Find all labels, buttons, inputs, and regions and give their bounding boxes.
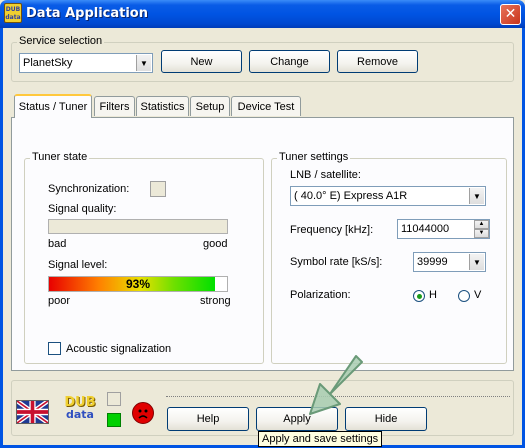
synchronization-label: Synchronization: bbox=[48, 183, 130, 195]
status-indicator-top bbox=[107, 392, 121, 406]
spin-down-icon[interactable]: ▼ bbox=[474, 229, 489, 238]
level-poor-label: poor bbox=[48, 295, 71, 307]
symbol-rate-select[interactable]: 39999 ▼ bbox=[413, 252, 486, 272]
polarization-v-label: V bbox=[474, 289, 482, 301]
help-button[interactable]: Help bbox=[167, 407, 249, 431]
polarization-label: Polarization: bbox=[290, 289, 351, 301]
spin-up-icon[interactable]: ▲ bbox=[474, 220, 489, 229]
service-select-value: PlanetSky bbox=[23, 57, 73, 69]
close-button[interactable]: ✕ bbox=[500, 4, 521, 25]
dub-data-logo-icon: DUB data bbox=[62, 396, 98, 425]
acoustic-signalization-checkbox[interactable] bbox=[48, 342, 61, 355]
tab-setup[interactable]: Setup bbox=[190, 96, 230, 116]
radio-selected-dot bbox=[416, 293, 422, 299]
signal-quality-bar bbox=[48, 219, 228, 234]
symbol-rate-value: 39999 bbox=[417, 256, 448, 268]
apply-tooltip: Apply and save settings bbox=[258, 431, 383, 447]
lnb-satellite-select[interactable]: ( 40.0° E) Express A1R ▼ bbox=[290, 186, 486, 206]
window-frame-left bbox=[0, 28, 3, 448]
tab-device-test[interactable]: Device Test bbox=[231, 96, 301, 116]
chevron-down-icon[interactable]: ▼ bbox=[469, 188, 484, 204]
polarization-h-radio[interactable] bbox=[413, 290, 425, 302]
signal-level-value: 93% bbox=[125, 277, 151, 291]
signal-level-label: Signal level: bbox=[48, 259, 108, 271]
frequency-value: 11044000 bbox=[401, 223, 450, 235]
frequency-input[interactable]: 11044000 ▲ ▼ bbox=[397, 219, 490, 239]
lnb-satellite-value: ( 40.0° E) Express A1R bbox=[294, 190, 408, 202]
tuner-settings-label: Tuner settings bbox=[277, 151, 351, 163]
uk-flag-icon[interactable] bbox=[16, 400, 49, 424]
signal-level-bar: 93% bbox=[48, 276, 228, 292]
quality-good-label: good bbox=[203, 238, 228, 250]
level-strong-label: strong bbox=[200, 295, 231, 307]
tab-status-tuner[interactable]: Status / Tuner bbox=[14, 94, 92, 118]
tab-filters[interactable]: Filters bbox=[94, 96, 135, 116]
frequency-label: Frequency [kHz]: bbox=[290, 224, 374, 236]
signal-quality-label: Signal quality: bbox=[48, 203, 117, 215]
acoustic-signalization-label: Acoustic signalization bbox=[66, 343, 172, 355]
change-button[interactable]: Change bbox=[249, 50, 330, 73]
remove-button[interactable]: Remove bbox=[337, 50, 418, 73]
symbol-rate-label: Symbol rate [kS/s]: bbox=[290, 256, 383, 268]
tuner-state-label: Tuner state bbox=[30, 151, 90, 163]
polarization-v-radio[interactable] bbox=[458, 290, 470, 302]
chevron-down-icon[interactable]: ▼ bbox=[469, 254, 484, 270]
quality-bad-label: bad bbox=[48, 238, 67, 250]
pointer-arrow-icon bbox=[296, 348, 376, 428]
sync-indicator bbox=[150, 181, 166, 197]
sad-face-icon bbox=[132, 402, 154, 424]
logo-text-bottom: data bbox=[66, 408, 94, 421]
lnb-satellite-label: LNB / satellite: bbox=[290, 169, 361, 181]
window-title: Data Application bbox=[26, 6, 148, 21]
new-button[interactable]: New bbox=[161, 50, 242, 73]
polarization-h-label: H bbox=[429, 289, 437, 301]
chevron-down-icon[interactable]: ▼ bbox=[136, 55, 151, 71]
status-indicator-bottom bbox=[107, 413, 121, 427]
app-logo-icon: DUB data bbox=[4, 3, 22, 23]
tab-statistics[interactable]: Statistics bbox=[136, 96, 189, 116]
service-select[interactable]: PlanetSky ▼ bbox=[19, 53, 153, 73]
service-selection-label: Service selection bbox=[17, 35, 105, 47]
